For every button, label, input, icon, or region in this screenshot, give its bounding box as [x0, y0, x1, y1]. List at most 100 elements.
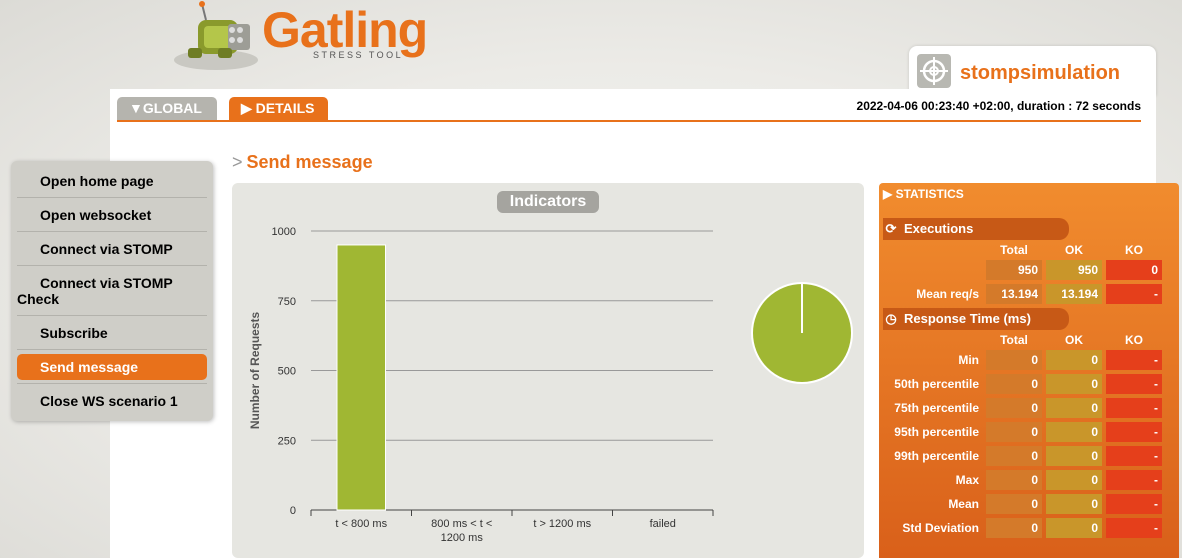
stats-cell-total: 0: [986, 374, 1042, 394]
statistics-title-text: STATISTICS: [895, 187, 964, 201]
stats-cell-ok: 0: [1046, 494, 1102, 514]
stats-row-label: Min: [958, 353, 979, 367]
menu-item-label: Subscribe: [40, 325, 108, 341]
stats-cell-ok: 0: [1046, 374, 1102, 394]
stats-cell-total: 0: [986, 350, 1042, 370]
stats-cell-ok: 13.194: [1046, 284, 1102, 304]
run-info: 2022-04-06 00:23:40 +02:00, duration : 7…: [856, 99, 1141, 113]
stats-cell-total: 0: [986, 398, 1042, 418]
menu-item-label: Open websocket: [40, 207, 152, 223]
stats-cell-ko: -: [1106, 494, 1162, 514]
statistics-panel: ▶ STATISTICS ⟳ Executions Total OK KO 950…: [879, 183, 1179, 558]
stats-cell-total: 0: [986, 518, 1042, 538]
request-title: > Send message: [232, 152, 373, 173]
bar: [336, 244, 386, 511]
stats-cell-ko: -: [1106, 446, 1162, 466]
stats-cell-ok: 0: [1046, 470, 1102, 490]
menu-item-label: Send message: [40, 359, 139, 375]
stats-cell-ko: -: [1106, 422, 1162, 442]
tab-details-label: DETAILS: [255, 100, 315, 116]
menu-item-open-websocket[interactable]: Open websocket: [17, 207, 207, 223]
stats-cell-ko: -: [1106, 350, 1162, 370]
triangle-right-icon: ▶: [241, 100, 256, 116]
tab-global[interactable]: ▼GLOBAL: [117, 97, 217, 121]
stats-cell-total: 950: [986, 260, 1042, 280]
response-time-heading: ◷ Response Time (ms): [883, 308, 1069, 330]
stats-row-label: Mean: [948, 497, 979, 511]
menu-item-close-ws-scenario-1[interactable]: Close WS scenario 1: [17, 393, 207, 409]
clock-icon: ◷: [885, 311, 897, 326]
column-header-total: Total: [1000, 333, 1028, 347]
menu-divider: [17, 265, 207, 266]
menu-divider: [17, 197, 207, 198]
indicators-panel: Indicators 0 250 500 750 1000 Number of Reque…: [232, 183, 864, 558]
x-tick-label: failed: [650, 518, 676, 530]
executions-heading-text: Executions: [904, 221, 974, 236]
stats-row-label: 50th percentile: [894, 377, 979, 391]
stats-cell-ko: -: [1106, 284, 1162, 304]
target-icon: [917, 54, 951, 88]
stats-cell-total: 0: [986, 422, 1042, 442]
menu-item-label: Open home page: [40, 173, 154, 189]
tab-underline: [117, 120, 1141, 122]
tab-details[interactable]: ▶ DETAILS: [229, 97, 328, 121]
triangle-down-icon: ▼: [129, 100, 143, 116]
chevron-right-icon: >: [232, 152, 243, 172]
menu-divider: [17, 315, 207, 316]
stats-cell-ko: -: [1106, 374, 1162, 394]
stats-row-label: Max: [955, 473, 979, 487]
executions-heading: ⟳ Executions: [883, 218, 1069, 240]
stats-row-label: Std Deviation: [902, 521, 979, 535]
column-header-ko: KO: [1125, 333, 1143, 347]
y-tick-label: 500: [278, 366, 296, 378]
indicators-chart: 0 250 500 750 1000 Number of Requests t < 800 …: [248, 226, 853, 544]
menu-item-send-message[interactable]: Send message: [17, 354, 207, 380]
stats-cell-ko: -: [1106, 470, 1162, 490]
stats-row-label: 99th percentile: [894, 449, 979, 463]
menu-item-subscribe[interactable]: Subscribe: [17, 325, 207, 341]
column-header-ok: OK: [1065, 333, 1083, 347]
column-header-ok: OK: [1065, 243, 1083, 257]
menu-divider: [17, 383, 207, 384]
menu-item-label: Connect via STOMP: [40, 241, 173, 257]
statistics-title: ▶ STATISTICS: [883, 187, 964, 201]
stats-cell-ok: 0: [1046, 422, 1102, 442]
menu-item-connect-via-stomp-check[interactable]: Connect via STOMP Check: [17, 275, 187, 307]
x-tick-label: t > 1200 ms: [533, 518, 591, 530]
stats-cell-ok: 0: [1046, 518, 1102, 538]
triangle-right-icon: ▶: [883, 187, 896, 201]
stats-cell-ok: 950: [1046, 260, 1102, 280]
stats-cell-ko: -: [1106, 398, 1162, 418]
stats-cell-ok: 0: [1046, 446, 1102, 466]
stats-cell-total: 0: [986, 470, 1042, 490]
stats-cell-ok: 0: [1046, 398, 1102, 418]
request-menu: Open home page Open websocket Connect vi…: [11, 161, 213, 421]
response-time-heading-text: Response Time (ms): [904, 311, 1031, 326]
y-tick-label: 0: [290, 505, 296, 517]
y-axis-label: Number of Requests: [248, 312, 262, 430]
stats-cell-total: 0: [986, 494, 1042, 514]
menu-item-connect-via-stomp[interactable]: Connect via STOMP: [17, 241, 207, 257]
column-header-total: Total: [1000, 243, 1028, 257]
menu-item-label: Close WS scenario 1: [40, 393, 178, 409]
stats-row-label: Mean req/s: [916, 287, 979, 301]
menu-divider: [17, 349, 207, 350]
y-tick-label: 250: [278, 435, 296, 447]
menu-item-label: Connect via STOMP Check: [17, 275, 173, 307]
menu-item-open-home-page[interactable]: Open home page: [17, 173, 207, 189]
request-title-text: Send message: [246, 152, 373, 172]
refresh-icon: ⟳: [885, 221, 897, 236]
stats-row-label: 75th percentile: [894, 401, 979, 415]
stats-row-label: 95th percentile: [894, 425, 979, 439]
x-tick-label: t < 800 ms: [335, 518, 387, 530]
stats-cell-total: 0: [986, 446, 1042, 466]
y-tick-label: 750: [278, 296, 296, 308]
logo-subtitle: STRESS TOOL: [313, 50, 404, 60]
stats-cell-ko: -: [1106, 518, 1162, 538]
stats-cell-ko: 0: [1106, 260, 1162, 280]
column-header-ko: KO: [1125, 243, 1143, 257]
tab-global-label: GLOBAL: [142, 100, 202, 116]
x-tick-label: 800 ms < t <1200 ms: [431, 518, 492, 544]
stats-cell-ok: 0: [1046, 350, 1102, 370]
y-tick-label: 1000: [272, 226, 296, 238]
